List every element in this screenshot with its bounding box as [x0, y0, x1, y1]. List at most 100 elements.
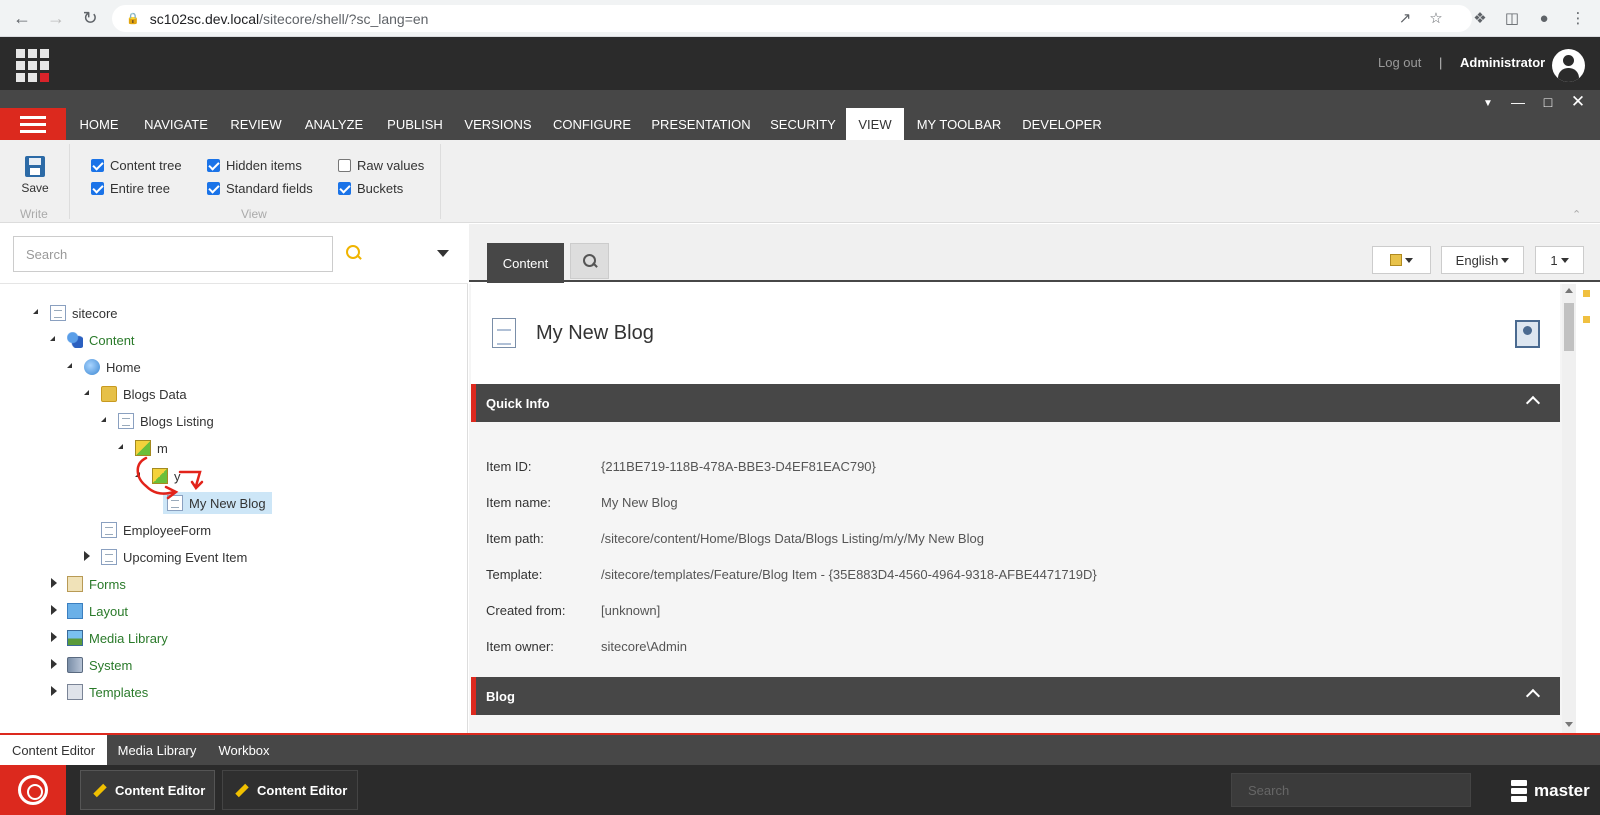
tree-node-home[interactable]: Home [84, 356, 141, 378]
tree-toggle[interactable] [135, 472, 140, 477]
tab-home[interactable]: HOME [66, 108, 132, 140]
launchpad-icon[interactable] [16, 49, 49, 82]
tab-review[interactable]: REVIEW [220, 108, 292, 140]
minimize-icon[interactable]: — [1508, 94, 1528, 110]
tree-node-blogs-listing[interactable]: Blogs Listing [118, 410, 214, 432]
checkbox-raw-values[interactable]: Raw values [338, 158, 424, 173]
checkbox-hidden-items[interactable]: Hidden items [207, 158, 302, 173]
reload-icon[interactable]: ↻ [78, 6, 102, 30]
checkbox-icon[interactable] [338, 159, 351, 172]
checkbox-icon[interactable] [91, 182, 104, 195]
tab-workbox[interactable]: Workbox [207, 735, 281, 765]
section-blog[interactable]: Blog [471, 677, 1560, 715]
section-quick-info[interactable]: Quick Info [471, 384, 1560, 422]
tree-node-media-library[interactable]: Media Library [67, 627, 168, 649]
tree-toggle[interactable] [51, 686, 57, 696]
tab-analyze[interactable]: ANALYZE [292, 108, 376, 140]
scroll-up-icon[interactable] [1565, 288, 1573, 293]
tab-my-toolbar[interactable]: MY TOOLBAR [904, 108, 1014, 140]
portrait-icon[interactable] [1515, 320, 1540, 348]
tree-node-employeeform[interactable]: EmployeeForm [101, 519, 211, 541]
tab-navigate[interactable]: NAVIGATE [132, 108, 220, 140]
tree-node-my-new-blog[interactable]: My New Blog [163, 492, 272, 514]
back-arrow-icon[interactable]: ← [10, 6, 34, 30]
checkbox-icon[interactable] [91, 159, 104, 172]
star-icon[interactable]: ☆ [1424, 6, 1448, 30]
search-icon[interactable] [346, 245, 362, 261]
tree-node-layout[interactable]: Layout [67, 600, 128, 622]
extensions-icon[interactable]: ❖ [1468, 6, 1492, 30]
tree-toggle[interactable] [51, 659, 57, 669]
sitecore-logo-icon[interactable] [0, 765, 66, 815]
profile-icon[interactable]: ● [1532, 6, 1556, 30]
tree-toggle[interactable] [51, 578, 57, 588]
tree-toggle[interactable] [118, 444, 123, 449]
tab-content[interactable]: Content [487, 243, 564, 283]
checkbox-standard-fields[interactable]: Standard fields [207, 181, 313, 196]
chevron-down-icon[interactable] [437, 250, 449, 257]
tree-node-y[interactable]: y [152, 465, 181, 487]
tree-node-system[interactable]: System [67, 654, 132, 676]
close-icon[interactable]: ✕ [1568, 92, 1588, 112]
language-selector[interactable]: English [1441, 246, 1524, 274]
tree-toggle[interactable] [50, 336, 55, 341]
tree-node-upcoming-event-item[interactable]: Upcoming Event Item [101, 546, 247, 568]
tree-node-blogs-data[interactable]: Blogs Data [101, 383, 187, 405]
chevron-up-icon[interactable] [1525, 688, 1541, 704]
tree-toggle[interactable] [101, 417, 106, 422]
scroll-down-icon[interactable] [1565, 722, 1573, 727]
share-icon[interactable]: ↗ [1393, 6, 1417, 30]
version-selector[interactable]: 1 [1535, 246, 1584, 274]
tree-node-forms[interactable]: Forms [67, 573, 126, 595]
maximize-icon[interactable]: □ [1538, 94, 1558, 110]
database-name[interactable]: master [1534, 781, 1590, 801]
tree-node-content[interactable]: Content [67, 329, 135, 351]
tree-toggle[interactable] [84, 390, 89, 395]
hamburger-menu-icon[interactable] [0, 108, 66, 140]
chevron-up-icon[interactable] [1525, 395, 1541, 411]
avatar[interactable] [1552, 49, 1585, 82]
tab-developer[interactable]: DEVELOPER [1014, 108, 1110, 140]
address-bar[interactable]: 🔒 sc102sc.dev.local/sitecore/shell/?sc_l… [112, 5, 1472, 32]
tree-node-m[interactable]: m [135, 437, 168, 459]
tab-security[interactable]: SECURITY [760, 108, 846, 140]
tab-view[interactable]: VIEW [846, 108, 904, 140]
gutter-options-button[interactable] [1372, 246, 1431, 274]
collapse-ribbon-icon[interactable]: ⌃ [1572, 208, 1581, 221]
checkbox-icon[interactable] [207, 159, 220, 172]
tree-toggle[interactable] [33, 309, 38, 314]
scrollbar-thumb[interactable] [1564, 303, 1574, 351]
forward-arrow-icon[interactable]: → [44, 6, 68, 30]
tab-publish[interactable]: PUBLISH [376, 108, 454, 140]
tab-versions[interactable]: VERSIONS [454, 108, 542, 140]
side-panel-icon[interactable]: ◫ [1500, 6, 1524, 30]
dropdown-icon[interactable]: ▼ [1478, 98, 1498, 109]
vertical-scrollbar[interactable] [1562, 284, 1576, 733]
validation-marker[interactable] [1583, 316, 1590, 323]
checkbox-icon[interactable] [207, 182, 220, 195]
checkbox-buckets[interactable]: Buckets [338, 181, 403, 196]
tab-configure[interactable]: CONFIGURE [542, 108, 642, 140]
database-icon[interactable] [1511, 780, 1527, 802]
checkbox-content-tree[interactable]: Content tree [91, 158, 182, 173]
tree-node-sitecore[interactable]: sitecore [50, 302, 118, 324]
save-button[interactable]: Save [14, 156, 56, 195]
tree-toggle[interactable] [51, 605, 57, 615]
tree-node-templates[interactable]: Templates [67, 681, 148, 703]
tree-toggle[interactable] [84, 551, 90, 561]
checkbox-icon[interactable] [338, 182, 351, 195]
taskbar-content-editor-button[interactable]: Content Editor [222, 770, 358, 810]
browser-menu-icon[interactable]: ⋮ [1566, 6, 1590, 30]
user-name[interactable]: Administrator [1460, 55, 1545, 70]
tab-media-library[interactable]: Media Library [107, 735, 207, 765]
taskbar-search-input[interactable] [1231, 773, 1471, 807]
tree-toggle[interactable] [51, 632, 57, 642]
search-tab-button[interactable] [570, 243, 609, 279]
tree-search-input[interactable] [13, 236, 333, 272]
tree-toggle[interactable] [67, 363, 72, 368]
taskbar-content-editor-button[interactable]: Content Editor [80, 770, 215, 810]
tab-presentation[interactable]: PRESENTATION [642, 108, 760, 140]
checkbox-entire-tree[interactable]: Entire tree [91, 181, 170, 196]
validation-marker[interactable] [1583, 290, 1590, 297]
logout-link[interactable]: Log out [1378, 55, 1421, 70]
